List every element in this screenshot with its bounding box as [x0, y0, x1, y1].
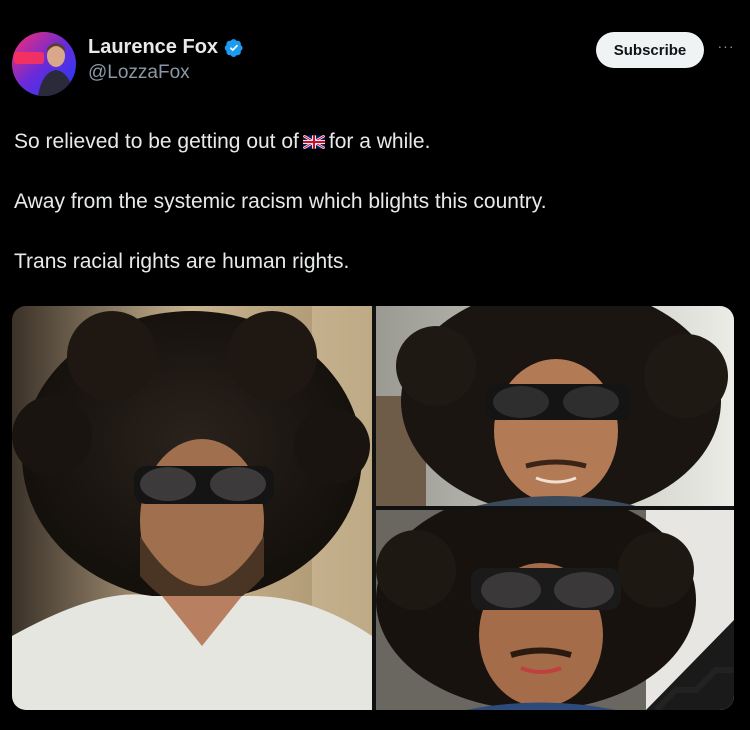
tweet-line-3: Trans racial rights are human rights. [14, 250, 350, 273]
tweet-line-1: So relieved to be getting out of for a w… [14, 127, 714, 157]
tweet-photo-3[interactable] [376, 510, 734, 710]
tweet-line-2: Away from the systemic racism which blig… [14, 190, 547, 213]
tweet-photo-1[interactable] [12, 306, 372, 710]
author-info: Laurence Fox @LozzaFox [88, 36, 244, 84]
uk-flag-icon [302, 128, 326, 150]
tweet-photo-2[interactable] [376, 306, 734, 506]
more-options-icon[interactable]: ··· [714, 38, 738, 58]
author-name[interactable]: Laurence Fox [88, 36, 218, 59]
tweet-line-1-end: for a while. [328, 130, 431, 153]
tweet-media-grid [12, 306, 734, 710]
tweet-header: Laurence Fox @LozzaFox Subscribe ··· [12, 32, 738, 96]
author-handle[interactable]: @LozzaFox [88, 62, 244, 84]
subscribe-button[interactable]: Subscribe [596, 32, 704, 68]
tweet-text: So relieved to be getting out of for a w… [14, 127, 714, 277]
tweet-line-1-start: So relieved to be getting out of [14, 130, 299, 153]
author-avatar[interactable] [12, 32, 76, 96]
verified-badge-icon [224, 38, 244, 58]
